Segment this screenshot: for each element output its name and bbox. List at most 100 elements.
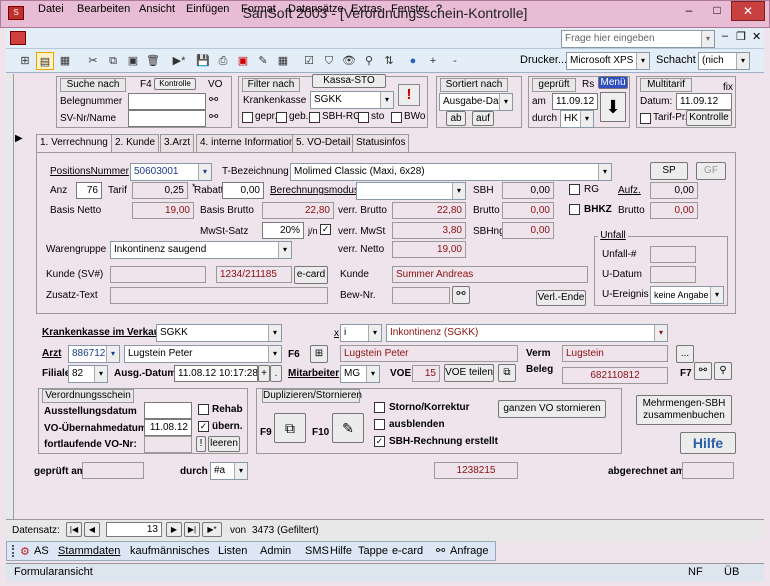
- first-record-button[interactable]: |◀: [66, 522, 82, 537]
- tab-interne-information[interactable]: 4. interne Information: [196, 134, 299, 152]
- bottom-stammdaten[interactable]: Stammdaten: [58, 545, 120, 557]
- shaft-select[interactable]: (nich ▾: [698, 52, 750, 70]
- ausblenden-checkbox[interactable]: [374, 419, 385, 430]
- sort-asc-button[interactable]: ab: [446, 111, 466, 126]
- ausg-datum-input[interactable]: 11.08.12 10:17:28: [174, 365, 258, 382]
- find-icon[interactable]: 👁: [340, 52, 358, 70]
- zoom-out-icon[interactable]: -: [446, 52, 464, 70]
- multitarif-datum-input[interactable]: 11.09.12: [676, 93, 732, 110]
- datasheet-icon[interactable]: ▦: [56, 52, 74, 70]
- footer-durch-select[interactable]: #a ▾: [210, 462, 248, 480]
- sort-desc-button[interactable]: auf: [472, 111, 494, 126]
- tab-statusinfos[interactable]: Statusinfos: [352, 134, 410, 152]
- leeren-button[interactable]: leeren: [208, 436, 240, 452]
- new-record-button[interactable]: ▶*: [202, 522, 222, 537]
- checked-date-input[interactable]: 11.09.12: [552, 93, 598, 110]
- verl-ende-button[interactable]: Verl.-Ende: [536, 290, 586, 306]
- filter-form-icon[interactable]: ☑: [300, 52, 318, 70]
- printer-select[interactable]: Microsoft XPS ▾: [566, 52, 650, 70]
- rabatt-input[interactable]: 0,00: [222, 182, 264, 199]
- tbez-select[interactable]: Molimed Classic (Maxi, 6x28) ▾: [290, 163, 612, 181]
- bottom-admin[interactable]: Admin: [260, 545, 291, 557]
- date-dot-button[interactable]: .: [270, 365, 282, 382]
- krankenkasse-filter-select[interactable]: SGKK ▾: [310, 91, 394, 109]
- menu-bearbeiten[interactable]: Bearbeiten: [77, 3, 130, 15]
- doc-close-button[interactable]: ✕: [752, 30, 761, 43]
- doc-minimize-button[interactable]: –: [722, 30, 728, 42]
- multitarif-kontrolle-button[interactable]: Kontrolle: [686, 110, 732, 126]
- menu-button[interactable]: Menü: [598, 76, 628, 89]
- record-number-input[interactable]: 13: [106, 522, 162, 537]
- form-view-icon[interactable]: ▤: [36, 52, 54, 70]
- menu-fenster[interactable]: Fenster: [391, 3, 428, 15]
- ausstellung-input[interactable]: [144, 402, 192, 419]
- exclaim-button[interactable]: !: [196, 436, 206, 452]
- warengruppe-select[interactable]: Inkontinenz saugend ▾: [110, 241, 292, 259]
- ecard-button[interactable]: e-card: [294, 266, 328, 284]
- sp-button[interactable]: SP: [650, 162, 688, 180]
- berechnungsmodus-select[interactable]: ▾: [356, 182, 466, 200]
- arzt-link-icon[interactable]: ⊞: [310, 345, 328, 363]
- gepr-checkbox[interactable]: [242, 112, 253, 123]
- rehab-checkbox[interactable]: [198, 404, 209, 415]
- menu-extras[interactable]: Extras: [351, 3, 382, 15]
- duplicate-icon[interactable]: ⧉: [274, 413, 306, 443]
- sbh-rechnung-checkbox[interactable]: ✓: [374, 436, 385, 447]
- filter-icon[interactable]: ⚲: [714, 362, 732, 380]
- doc-restore-button[interactable]: ❐: [736, 30, 746, 43]
- gf-button[interactable]: GF: [696, 162, 726, 180]
- bottom-sms[interactable]: SMS: [305, 545, 329, 557]
- warning-icon[interactable]: !: [398, 84, 420, 106]
- sto-checkbox[interactable]: [358, 112, 369, 123]
- binoculars-icon[interactable]: ⚯: [209, 93, 218, 106]
- new-record-icon[interactable]: ▶*: [170, 52, 188, 70]
- arzt-nr-select[interactable]: 886712 ▾: [68, 345, 120, 363]
- bottom-as[interactable]: AS: [34, 545, 49, 557]
- delete-icon[interactable]: 🗑: [144, 52, 162, 70]
- bottom-ecard[interactable]: e-card: [392, 545, 423, 557]
- web-icon[interactable]: ●: [404, 52, 422, 70]
- form-icon[interactable]: [10, 31, 26, 45]
- edit-icon[interactable]: ✎: [332, 413, 364, 443]
- printer-label[interactable]: Drucker...: [520, 54, 567, 66]
- maximize-button[interactable]: □: [704, 1, 730, 21]
- bottom-hilfe[interactable]: Hilfe: [330, 545, 352, 557]
- kk-verkauf-select[interactable]: SGKK ▾: [156, 324, 282, 342]
- brush-icon[interactable]: ✎: [254, 52, 272, 70]
- arzt-name-select[interactable]: Lugstein Peter ▾: [124, 345, 282, 363]
- help-search-input[interactable]: Frage hier eingeben ▾: [561, 30, 715, 48]
- binoculars-icon[interactable]: ⚯: [694, 362, 712, 380]
- uebernahme-input[interactable]: 11.08.12: [144, 419, 192, 436]
- filter-selection-icon[interactable]: ⛉: [320, 52, 338, 70]
- zoom-in-icon[interactable]: +: [424, 52, 442, 70]
- menu-format[interactable]: Format: [241, 3, 276, 15]
- jn-checkbox[interactable]: ✓: [320, 224, 331, 235]
- verm-more-button[interactable]: ...: [676, 345, 694, 363]
- apply-filter-icon[interactable]: ⚲: [360, 52, 378, 70]
- menu-einfuegen[interactable]: Einfügen: [186, 3, 229, 15]
- menu-help[interactable]: ?: [436, 3, 442, 15]
- kk-desc-select[interactable]: Inkontinenz (SGKK) ▾: [386, 324, 668, 342]
- sort-select[interactable]: Ausgabe-Dat ▾: [439, 93, 513, 111]
- hilfe-button[interactable]: Hilfe: [680, 432, 736, 454]
- print-icon[interactable]: ⎙: [214, 52, 232, 70]
- sbh-rg-checkbox[interactable]: [309, 112, 320, 123]
- geb-checkbox[interactable]: [276, 112, 287, 123]
- menu-ansicht[interactable]: Ansicht: [139, 3, 175, 15]
- binoculars-icon[interactable]: ⚯: [209, 110, 218, 123]
- prev-record-button[interactable]: ◀: [84, 522, 100, 537]
- cut-icon[interactable]: ✂: [84, 52, 102, 70]
- copy-icon[interactable]: ⧉: [104, 52, 122, 70]
- tab-verrechnung[interactable]: 1. Verrechnung: [36, 134, 112, 153]
- mwst-input[interactable]: 20%: [262, 222, 304, 239]
- properties-icon[interactable]: ▦: [274, 52, 292, 70]
- uebern-checkbox[interactable]: ✓: [198, 421, 209, 432]
- menu-datensaetze[interactable]: Datensätze: [288, 3, 344, 15]
- arrow-down-icon[interactable]: ⬇: [600, 92, 626, 122]
- tab-arzt[interactable]: 3.Arzt: [160, 134, 195, 152]
- sort-icon[interactable]: ⇅: [380, 52, 398, 70]
- view-icon[interactable]: ⊞: [16, 52, 34, 70]
- next-record-button[interactable]: ▶: [166, 522, 182, 537]
- bottom-listen[interactable]: Listen: [218, 545, 247, 557]
- bottom-tappe[interactable]: Tappe: [358, 545, 388, 557]
